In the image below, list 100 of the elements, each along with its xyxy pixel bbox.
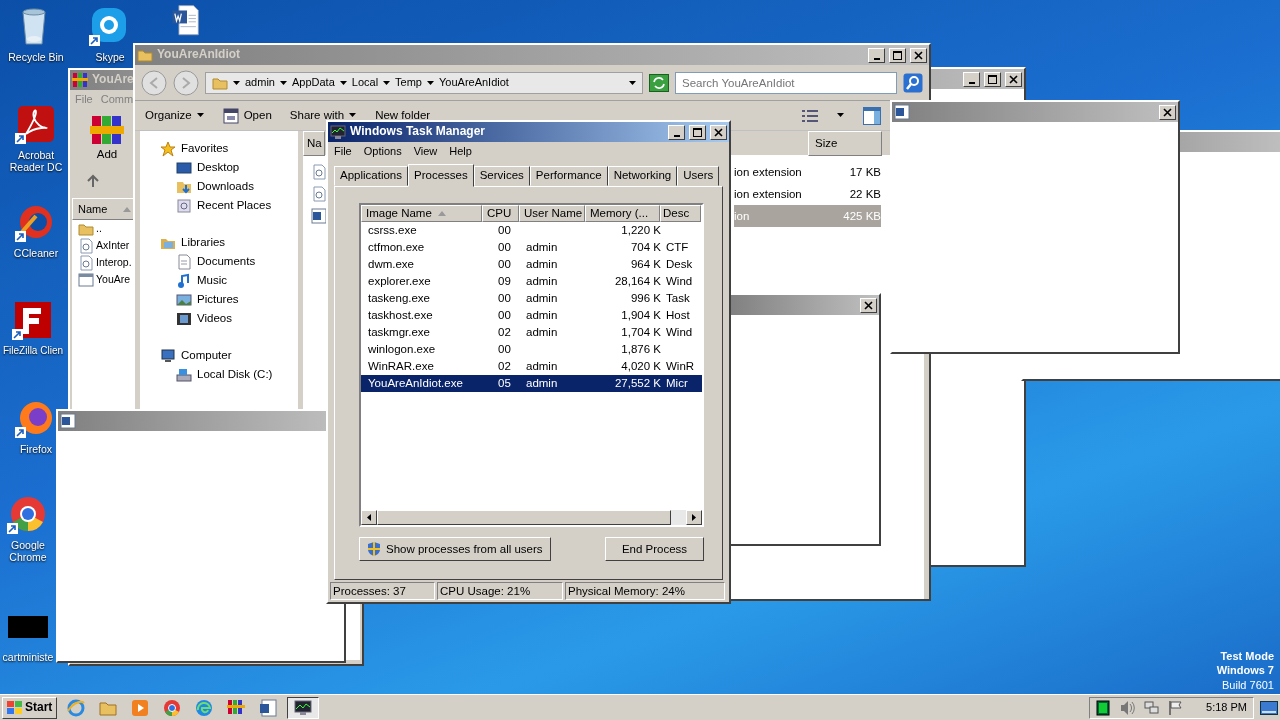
tab[interactable]: Networking	[607, 166, 678, 186]
clock[interactable]: 5:18 PM	[1206, 700, 1247, 715]
file-type[interactable]: ion extension	[734, 161, 809, 183]
column-header[interactable]: Image Name	[361, 205, 482, 222]
user-cell-text: admin	[525, 308, 559, 323]
process-name: dwm.exe	[367, 257, 416, 272]
window-title: YouAre	[92, 72, 134, 88]
description-cell-text: Host	[665, 308, 691, 323]
process-row[interactable]: explorer.exe 09 admin 28,164 K Wind	[361, 273, 702, 290]
icon-label[interactable]: Recycle Bin	[8, 51, 64, 64]
nav-item[interactable]: Computer	[181, 348, 232, 363]
menu-item[interactable]: Options	[363, 144, 402, 158]
description-cell-text: Wind	[665, 274, 694, 289]
menu-item[interactable]: File	[334, 144, 352, 158]
nav-item[interactable]: Music	[197, 273, 228, 288]
window-title: Windows Task Manager	[350, 124, 486, 140]
process-row[interactable]: csrss.exe 00 1,220 K	[361, 222, 702, 239]
icon-label[interactable]: Acrobat Reader DC	[9, 149, 63, 174]
icon-label[interactable]: Google Chrome	[1, 539, 55, 564]
process-name: YouAreAnIdiot.exe	[367, 376, 464, 391]
process-name: taskmgr.exe	[367, 325, 431, 340]
process-row[interactable]: taskmgr.exe 02 admin 1,704 K Wind	[361, 324, 702, 341]
add-button[interactable]: Add	[90, 114, 124, 162]
nav-item[interactable]: Videos	[197, 311, 232, 326]
memory-cell-text: 1,704 K	[620, 325, 662, 340]
process-name: taskeng.exe	[367, 291, 431, 306]
process-name: taskhost.exe	[367, 308, 434, 323]
file-name[interactable]: Interop.	[96, 255, 132, 270]
file-size[interactable]: 22 KB	[809, 183, 881, 205]
icon-label[interactable]: FileZilla Clien	[3, 345, 63, 357]
process-row[interactable]: winlogon.exe 00 1,876 K	[361, 341, 702, 358]
search-field[interactable]: Search YouAreAnIdiot	[675, 71, 897, 94]
watermark-text: Test Mode	[1219, 649, 1274, 664]
header-label: Memory (...	[590, 206, 649, 221]
breadcrumb-item[interactable]: AppData	[291, 75, 335, 90]
tab[interactable]: Processes	[408, 164, 474, 187]
tab[interactable]: Services	[473, 166, 530, 186]
file-name[interactable]: YouAre	[96, 272, 131, 287]
description-cell-text: Desk	[665, 257, 694, 272]
process-row[interactable]: WinRAR.exe 02 admin 4,020 K WinR	[361, 358, 702, 375]
cpu-cell-text: 00	[497, 291, 512, 306]
show-all-users-button[interactable]: Show processes from all users	[359, 537, 551, 561]
start-button[interactable]: Start	[2, 696, 58, 719]
column-header[interactable]: User Name	[519, 205, 585, 222]
menu-button[interactable]: Organize	[145, 108, 205, 123]
icon-label[interactable]: cartministe	[2, 651, 54, 664]
menu-item[interactable]: View	[413, 144, 438, 158]
tab[interactable]: Applications	[334, 166, 408, 186]
process-name: winlogon.exe	[367, 342, 437, 357]
user-cell-text: admin	[525, 274, 559, 289]
header-label: Image Name	[366, 206, 432, 221]
nav-item[interactable]: Favorites	[181, 141, 229, 156]
file-type[interactable]: ion extension	[734, 183, 809, 205]
description-cell-text: Task	[665, 291, 691, 306]
column-header[interactable]: Size	[808, 131, 882, 156]
process-row[interactable]: taskeng.exe 00 admin 996 K Task	[361, 290, 702, 307]
file-size[interactable]: 17 KB	[809, 161, 881, 183]
process-row[interactable]: dwm.exe 00 admin 964 K Desk	[361, 256, 702, 273]
toolbar-button[interactable]: New folder	[375, 108, 431, 123]
breadcrumb-item[interactable]: Local	[351, 75, 379, 90]
cpu-cell-text: 09	[497, 274, 512, 289]
watermark-text: Build 7601	[1221, 677, 1274, 692]
breadcrumb-item[interactable]: admin	[245, 75, 275, 90]
toolbar-button[interactable]: Open	[222, 107, 272, 124]
icon-label[interactable]: Firefox	[19, 443, 53, 456]
status-text: CPU Usage: 21%	[437, 582, 563, 600]
description-cell-text: Wind	[665, 325, 694, 340]
end-process-button[interactable]: End Process	[605, 537, 704, 561]
column-header[interactable]: Na	[303, 131, 325, 156]
column-header[interactable]: CPU	[482, 205, 519, 222]
breadcrumb-item[interactable]: Temp	[395, 75, 422, 90]
tab[interactable]: Users	[677, 166, 720, 186]
nav-item[interactable]: Documents	[197, 254, 256, 269]
nav-item[interactable]: Desktop	[197, 160, 240, 175]
tab[interactable]: Performance	[529, 166, 608, 186]
nav-item[interactable]: Local Disk (C:)	[197, 367, 273, 382]
user-cell-text: admin	[525, 240, 559, 255]
watermark-text: Windows 7	[1216, 663, 1274, 678]
status-text: Processes: 37	[330, 582, 435, 600]
column-header[interactable]: Memory (...	[585, 205, 660, 222]
file-name[interactable]: AxInter	[96, 238, 130, 253]
menu-button[interactable]: Share with	[289, 108, 358, 123]
column-header[interactable]: Desc	[660, 205, 701, 222]
column-header[interactable]: Name	[72, 197, 134, 221]
header-label: Name	[78, 201, 108, 217]
cpu-cell-text: 05	[497, 376, 512, 391]
icon-label[interactable]: Skype	[95, 51, 125, 64]
file-name[interactable]: ..	[96, 221, 102, 236]
process-row[interactable]: taskhost.exe 00 admin 1,904 K Host	[361, 307, 702, 324]
nav-item[interactable]: Pictures	[197, 292, 239, 307]
address-bar[interactable]: admin AppData Local Temp YouAreAnIdiot	[205, 71, 643, 94]
process-row[interactable]: ctfmon.exe 00 admin 704 K CTF	[361, 239, 702, 256]
process-row[interactable]: YouAreAnIdiot.exe 05 admin 27,552 K Micr	[361, 375, 702, 392]
icon-label[interactable]: CCleaner	[13, 247, 59, 260]
menu-item[interactable]: Help	[449, 144, 472, 158]
nav-item[interactable]: Libraries	[181, 235, 226, 250]
cpu-cell-text: 00	[497, 240, 512, 255]
breadcrumb-item[interactable]: YouAreAnIdiot	[439, 75, 509, 90]
nav-item[interactable]: Recent Places	[197, 198, 272, 213]
nav-item[interactable]: Downloads	[197, 179, 254, 194]
